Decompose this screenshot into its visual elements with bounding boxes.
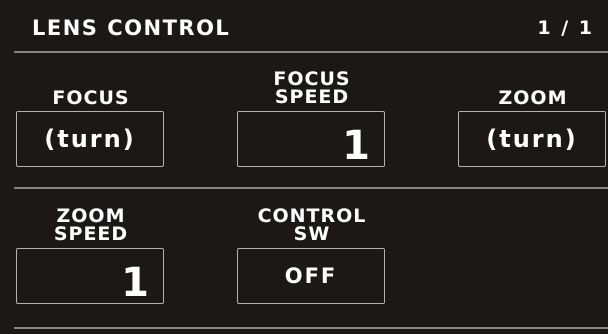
control-sw-label: CONTROL SW (237, 207, 387, 245)
focus-speed-value: 1 (342, 123, 370, 169)
zoom-speed-value: 1 (121, 260, 149, 306)
header-divider (14, 51, 608, 53)
lens-control-screen: LENS CONTROL 1 / 1 FOCUS (turn) FOCUS SP… (0, 0, 608, 334)
zoom-speed-label-line-2: SPEED (53, 223, 129, 245)
focus-value-box[interactable]: (turn) (16, 111, 164, 167)
bottom-divider (14, 327, 608, 329)
focus-speed-value-box[interactable]: 1 (237, 111, 385, 167)
page-indicator: 1 / 1 (537, 17, 594, 39)
zoom-speed-label: ZOOM SPEED (16, 207, 166, 245)
zoom-label: ZOOM (458, 87, 608, 109)
zoom-value: (turn) (486, 125, 578, 153)
focus-label: FOCUS (16, 87, 166, 109)
focus-value: (turn) (44, 125, 136, 153)
zoom-speed-value-box[interactable]: 1 (16, 248, 164, 304)
header: LENS CONTROL 1 / 1 (0, 0, 608, 52)
page-title: LENS CONTROL (32, 16, 231, 40)
control-sw-value-box[interactable]: OFF (237, 248, 385, 304)
zoom-value-box[interactable]: (turn) (458, 111, 606, 167)
zoom-label-line: ZOOM (498, 87, 568, 109)
focus-speed-label-line-2: SPEED (274, 86, 350, 108)
row-divider (14, 187, 608, 189)
control-sw-value: OFF (284, 264, 338, 288)
control-sw-label-line-2: SW (293, 223, 331, 245)
focus-label-line: FOCUS (52, 87, 130, 109)
focus-speed-label: FOCUS SPEED (237, 70, 387, 108)
